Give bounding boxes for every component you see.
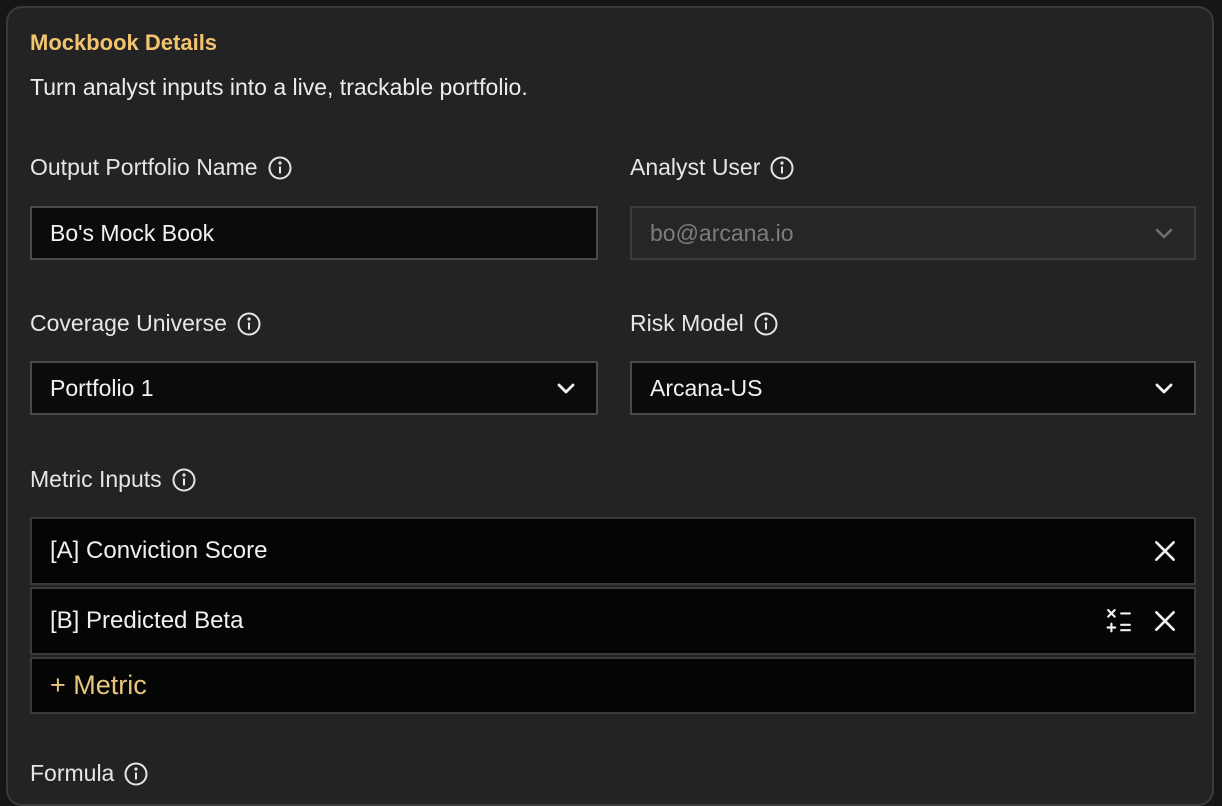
mockbook-details-panel: Mockbook Details Turn analyst inputs int… <box>6 6 1214 806</box>
info-icon[interactable] <box>770 156 794 180</box>
close-icon[interactable] <box>1152 538 1178 564</box>
coverage-universe-select[interactable]: Portfolio 1 <box>30 361 598 415</box>
chevron-down-icon <box>1155 228 1173 239</box>
metric-label: [B] Predicted Beta <box>50 607 244 634</box>
info-icon[interactable] <box>172 468 196 492</box>
info-icon[interactable] <box>237 312 261 336</box>
coverage-universe-label: Coverage Universe <box>30 310 261 337</box>
panel-title: Mockbook Details <box>30 30 218 55</box>
analyst-user-value: bo@arcana.io <box>650 219 794 246</box>
formula-label-text: Formula <box>30 760 115 786</box>
close-icon[interactable] <box>1152 608 1178 634</box>
metric-row[interactable]: [A] Conviction Score <box>30 517 1196 585</box>
calculator-icon[interactable] <box>1106 608 1132 634</box>
coverage-universe-label-text: Coverage Universe <box>30 310 227 336</box>
panel-subtitle: Turn analyst inputs into a live, trackab… <box>30 74 528 100</box>
portfolio-name-label: Output Portfolio Name <box>30 154 292 181</box>
chevron-down-icon[interactable] <box>1152 376 1176 400</box>
portfolio-name-label-text: Output Portfolio Name <box>30 154 258 180</box>
risk-model-label-text: Risk Model <box>630 310 744 336</box>
risk-model-select[interactable]: Arcana-US <box>630 361 1196 415</box>
add-metric-button[interactable]: + Metric <box>30 657 1196 714</box>
analyst-user-select: bo@arcana.io <box>630 206 1196 260</box>
chevron-down-icon[interactable] <box>554 376 578 400</box>
metric-row[interactable]: [B] Predicted Beta <box>30 587 1196 655</box>
metric-inputs-label: Metric Inputs <box>30 466 196 493</box>
formula-label: Formula <box>30 760 148 787</box>
info-icon[interactable] <box>754 312 778 336</box>
risk-model-label: Risk Model <box>630 310 778 337</box>
add-metric-label[interactable]: + Metric <box>50 670 1178 701</box>
metric-label: [A] Conviction Score <box>50 537 268 564</box>
portfolio-name-input[interactable]: Bo's Mock Book <box>30 206 598 260</box>
coverage-universe-value[interactable]: Portfolio 1 <box>50 375 554 402</box>
metric-inputs-label-text: Metric Inputs <box>30 466 162 492</box>
portfolio-name-value[interactable]: Bo's Mock Book <box>50 220 578 247</box>
info-icon[interactable] <box>268 156 292 180</box>
analyst-user-label: Analyst User <box>630 154 794 181</box>
analyst-user-label-text: Analyst User <box>630 154 761 180</box>
risk-model-value[interactable]: Arcana-US <box>650 375 1152 402</box>
info-icon[interactable] <box>124 762 148 786</box>
